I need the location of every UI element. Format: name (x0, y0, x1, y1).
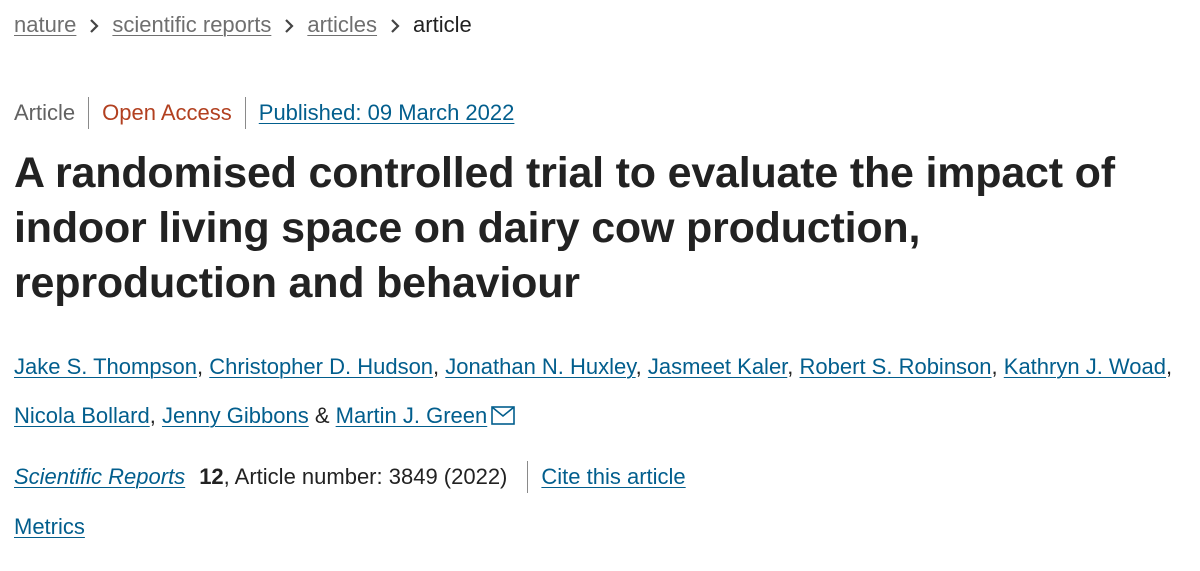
breadcrumb-item-nature[interactable]: nature (14, 10, 76, 40)
breadcrumb: nature scientific reports articles artic… (14, 10, 472, 40)
author-link[interactable]: Jake S. Thompson (14, 354, 197, 379)
article-meta: Article Open Access Published: 09 March … (14, 97, 514, 129)
author-separator: , (149, 403, 162, 428)
author-link[interactable]: Jenny Gibbons (162, 403, 309, 428)
author-list: Jake S. Thompson, Christopher D. Hudson,… (14, 342, 1189, 442)
chevron-right-icon (377, 10, 413, 40)
metrics-link[interactable]: Metrics (14, 512, 85, 542)
author-separator: , (433, 354, 446, 379)
author-link[interactable]: Nicola Bollard (14, 403, 150, 428)
breadcrumb-item-scientific-reports[interactable]: scientific reports (112, 10, 271, 40)
mail-icon[interactable] (491, 393, 516, 442)
author-link[interactable]: Robert S. Robinson (800, 354, 992, 379)
divider (88, 97, 90, 129)
breadcrumb-current: article (413, 12, 472, 37)
article-type: Article (14, 100, 76, 125)
chevron-right-icon (271, 10, 307, 40)
author-link-corresponding[interactable]: Martin J. Green (336, 403, 488, 428)
open-access-label: Open Access (102, 100, 232, 125)
author-separator: , (787, 354, 800, 379)
journal-volume: 12 (199, 464, 224, 489)
author-last-separator: & (308, 403, 336, 428)
journal-link[interactable]: Scientific Reports (14, 462, 185, 492)
divider (244, 97, 246, 129)
author-link[interactable]: Kathryn J. Woad (1004, 354, 1166, 379)
article-number: , Article number: 3849 (2022) (223, 464, 508, 489)
author-separator: , (991, 354, 1004, 379)
author-link[interactable]: Jasmeet Kaler (648, 354, 787, 379)
article-title: A randomised controlled trial to evaluat… (14, 149, 1115, 307)
breadcrumb-item-articles[interactable]: articles (307, 10, 377, 40)
author-link[interactable]: Jonathan N. Huxley (445, 354, 635, 379)
author-separator: , (635, 354, 648, 379)
citation-row: Scientific Reports 12 , Article number: … (14, 461, 686, 493)
author-link[interactable]: Christopher D. Hudson (209, 354, 433, 379)
divider (527, 461, 529, 493)
author-separator: , (197, 354, 210, 379)
cite-article-link[interactable]: Cite this article (541, 462, 685, 492)
chevron-right-icon (76, 10, 112, 40)
published-date-link[interactable]: Published: 09 March 2022 (259, 98, 515, 128)
author-separator: , (1166, 354, 1173, 379)
